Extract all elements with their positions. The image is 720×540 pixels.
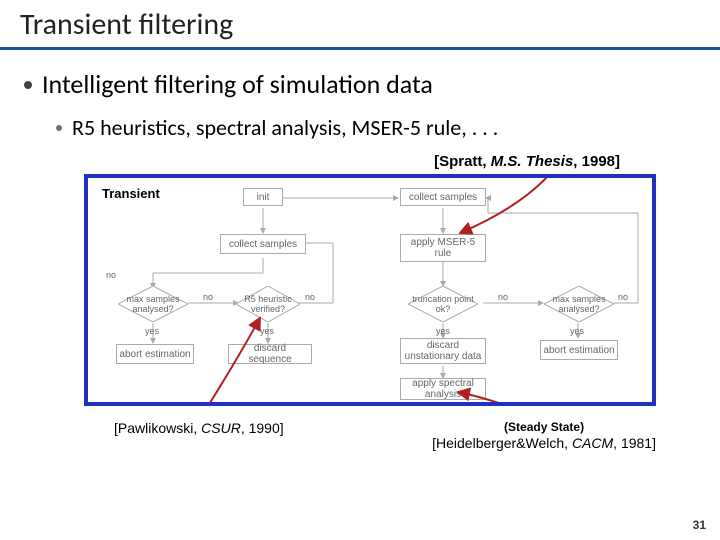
- node-collect-samples-left: collect samples: [220, 234, 306, 254]
- edge-no: no: [498, 292, 508, 302]
- page-number: 31: [693, 518, 706, 532]
- node-abort-right: abort estimation: [540, 340, 618, 360]
- cite-ital: M.S. Thesis: [491, 153, 574, 170]
- citation-pawlikowski: [Pawlikowski, CSUR, 1990]: [114, 420, 284, 451]
- citation-heidelberger: (Steady State) [Heidelberger&Welch, CACM…: [432, 420, 656, 451]
- node-apply-spectral: apply spectral analysis: [400, 378, 486, 400]
- node-apply-mser5: apply MSER-5 rule: [400, 234, 486, 262]
- edge-no: no: [305, 292, 315, 302]
- edge-yes: yes: [260, 326, 274, 336]
- cite-text: [Spratt,: [434, 153, 491, 170]
- cite-ital: CACM: [572, 435, 613, 451]
- node-collect-samples-right: collect samples: [400, 188, 486, 206]
- citation-spratt: [Spratt, M.S. Thesis, 1998]: [42, 153, 690, 170]
- cite-pre: [Pawlikowski,: [114, 420, 201, 436]
- edge-yes: yes: [145, 326, 159, 336]
- cite-tail: , 1998]: [573, 153, 620, 170]
- edge-no: no: [106, 270, 116, 280]
- node-max-samples-left: max samples analysed?: [118, 294, 188, 314]
- flowchart-frame: Transient: [84, 174, 656, 406]
- edge-yes: yes: [436, 326, 450, 336]
- node-abort-left: abort estimation: [116, 344, 194, 364]
- node-init: init: [243, 188, 283, 206]
- edge-yes: yes: [570, 326, 584, 336]
- bullet-level1: Intelligent filtering of simulation data: [42, 68, 690, 100]
- cite-tail: , 1981]: [613, 435, 656, 451]
- edge-no: no: [618, 292, 628, 302]
- flowchart: init collect samples collect samples app…: [88, 178, 652, 402]
- bullet-level2: R5 heuristics, spectral analysis, MSER-5…: [72, 114, 690, 141]
- cite-ital: CSUR: [201, 420, 241, 436]
- edge-no: no: [203, 292, 213, 302]
- node-max-samples-right: max samples analysed?: [544, 294, 614, 314]
- steady-state-label: (Steady State): [432, 420, 656, 434]
- cite-pre: [Heidelberger&Welch,: [432, 435, 572, 451]
- node-discard-sequence: discard sequence: [228, 344, 312, 364]
- node-truncation-ok: truncation point ok?: [408, 294, 478, 314]
- node-discard-unstationary: discard unstationary data: [400, 338, 486, 364]
- node-r5-verified: R5 heuristic verified?: [236, 294, 300, 314]
- cite-tail: , 1990]: [241, 420, 284, 436]
- slide-title: Transient filtering: [20, 6, 700, 43]
